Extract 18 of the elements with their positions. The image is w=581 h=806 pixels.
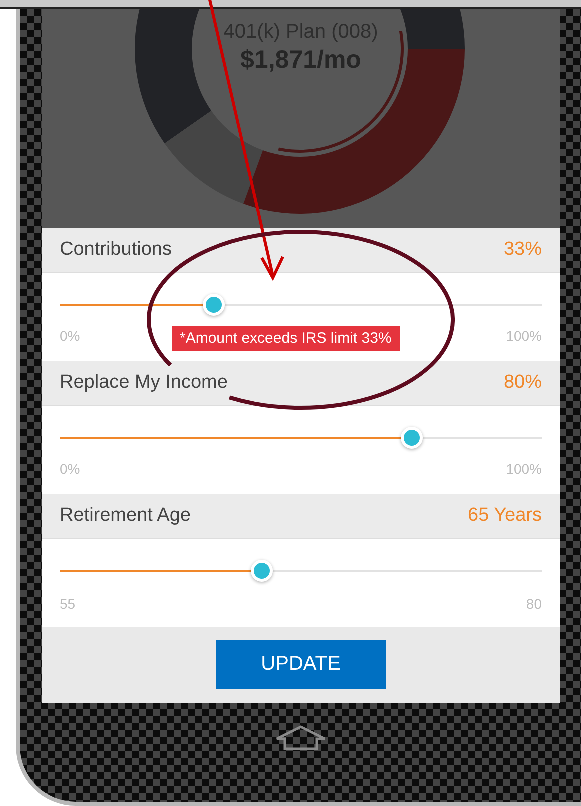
setting-value: 80%: [504, 372, 542, 394]
home-icon[interactable]: [275, 725, 327, 751]
range-min-label: 0%: [60, 461, 80, 477]
update-button[interactable]: UPDATE: [216, 640, 386, 689]
slider-handle[interactable]: [251, 560, 274, 582]
slider-handle[interactable]: [203, 294, 226, 316]
setting-label: Contributions: [60, 239, 172, 261]
range-min-label: 0%: [60, 328, 80, 344]
setting-value: 65 Years: [468, 505, 542, 527]
setting-label: Replace My Income: [60, 372, 228, 394]
range-max-label: 100%: [506, 461, 542, 477]
setting-value: 33%: [504, 239, 542, 261]
range-max-label: 80: [526, 596, 542, 612]
slider-handle[interactable]: [400, 427, 423, 449]
error-message: *Amount exceeds IRS limit 33%: [172, 326, 400, 351]
range-min-label: 55: [60, 596, 76, 612]
range-max-label: 100%: [506, 328, 542, 344]
setting-label: Retirement Age: [60, 505, 191, 527]
